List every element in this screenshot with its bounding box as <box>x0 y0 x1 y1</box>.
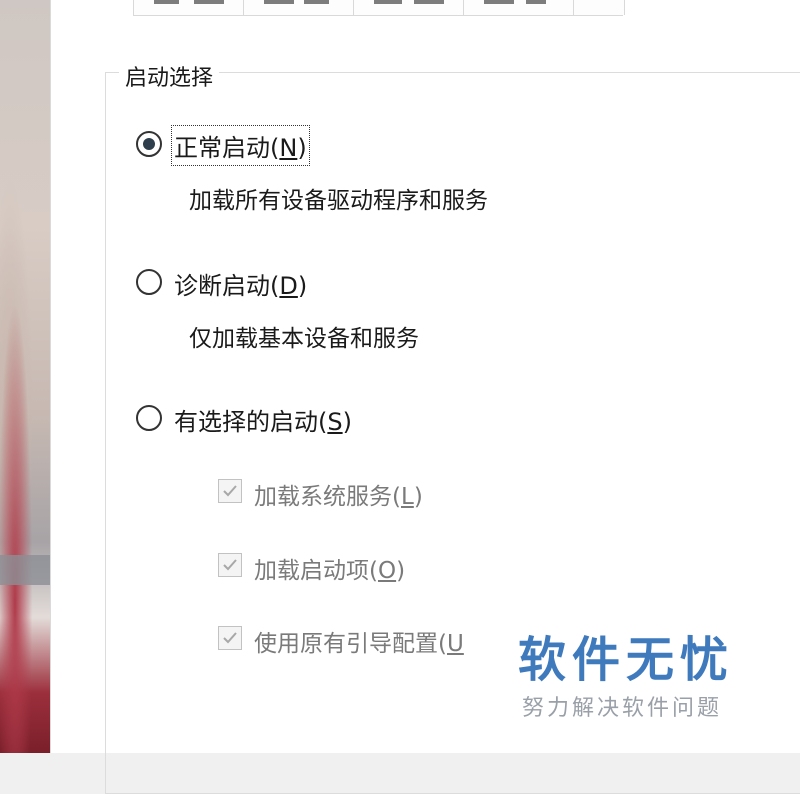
normal-startup-label[interactable]: 正常启动(N) <box>171 125 310 166</box>
load-system-services-label[interactable]: 加载系统服务(L) <box>254 477 423 511</box>
tab-services[interactable] <box>353 0 464 15</box>
use-original-boot-config-accel: U <box>446 631 464 657</box>
normal-startup-text: 正常启动( <box>174 134 280 162</box>
load-system-services-text: 加载系统服务( <box>254 484 401 510</box>
checkmark-icon <box>223 632 237 644</box>
normal-startup-accel: N <box>279 134 298 162</box>
group-legend: 启动选择 <box>119 60 220 92</box>
use-original-boot-config-text: 使用原有引导配置( <box>254 631 447 657</box>
load-system-services-accel: L <box>400 484 414 510</box>
background-photo <box>0 0 50 753</box>
selective-startup-text: 有选择的启动( <box>174 408 328 436</box>
selective-startup-accel: S <box>327 408 343 436</box>
watermark-title: 软件无忧 <box>518 632 735 688</box>
diagnostic-startup-accel: D <box>279 272 298 300</box>
use-original-boot-config-label[interactable]: 使用原有引导配置(U <box>254 624 464 658</box>
normal-startup-description: 加载所有设备驱动程序和服务 <box>189 188 488 214</box>
selective-startup-radio[interactable] <box>136 405 162 431</box>
diagnostic-startup-close: ) <box>297 272 308 300</box>
normal-startup-radio[interactable] <box>136 131 162 157</box>
load-system-services-checkbox[interactable] <box>218 479 242 503</box>
load-startup-items-label[interactable]: 加载启动项(O) <box>254 551 405 585</box>
background-photo-band <box>0 555 50 585</box>
tab-boot[interactable] <box>243 0 354 15</box>
tab-general[interactable] <box>133 0 244 15</box>
checkmark-icon <box>223 559 237 571</box>
tab-tools[interactable] <box>573 0 625 15</box>
load-startup-items-accel: O <box>377 558 397 584</box>
watermark-subtitle: 努力解决软件问题 <box>522 696 723 721</box>
tab-strip <box>133 0 625 16</box>
load-startup-items-close: ) <box>396 558 406 584</box>
load-startup-items-text: 加载启动项( <box>254 558 378 584</box>
selective-startup-close: ) <box>342 408 352 436</box>
diagnostic-startup-description: 仅加载基本设备和服务 <box>189 326 419 352</box>
tab-startup[interactable] <box>463 0 574 15</box>
load-startup-items-checkbox[interactable] <box>218 553 242 577</box>
normal-startup-close: ) <box>297 134 307 162</box>
diagnostic-startup-radio[interactable] <box>136 269 162 295</box>
diagnostic-startup-text: 诊断启动( <box>174 272 280 300</box>
checkmark-icon <box>223 485 237 497</box>
load-system-services-close: ) <box>413 484 423 510</box>
diagnostic-startup-label[interactable]: 诊断启动(D) <box>174 266 307 301</box>
use-original-boot-config-checkbox[interactable] <box>218 626 242 650</box>
selective-startup-label[interactable]: 有选择的启动(S) <box>174 402 352 437</box>
